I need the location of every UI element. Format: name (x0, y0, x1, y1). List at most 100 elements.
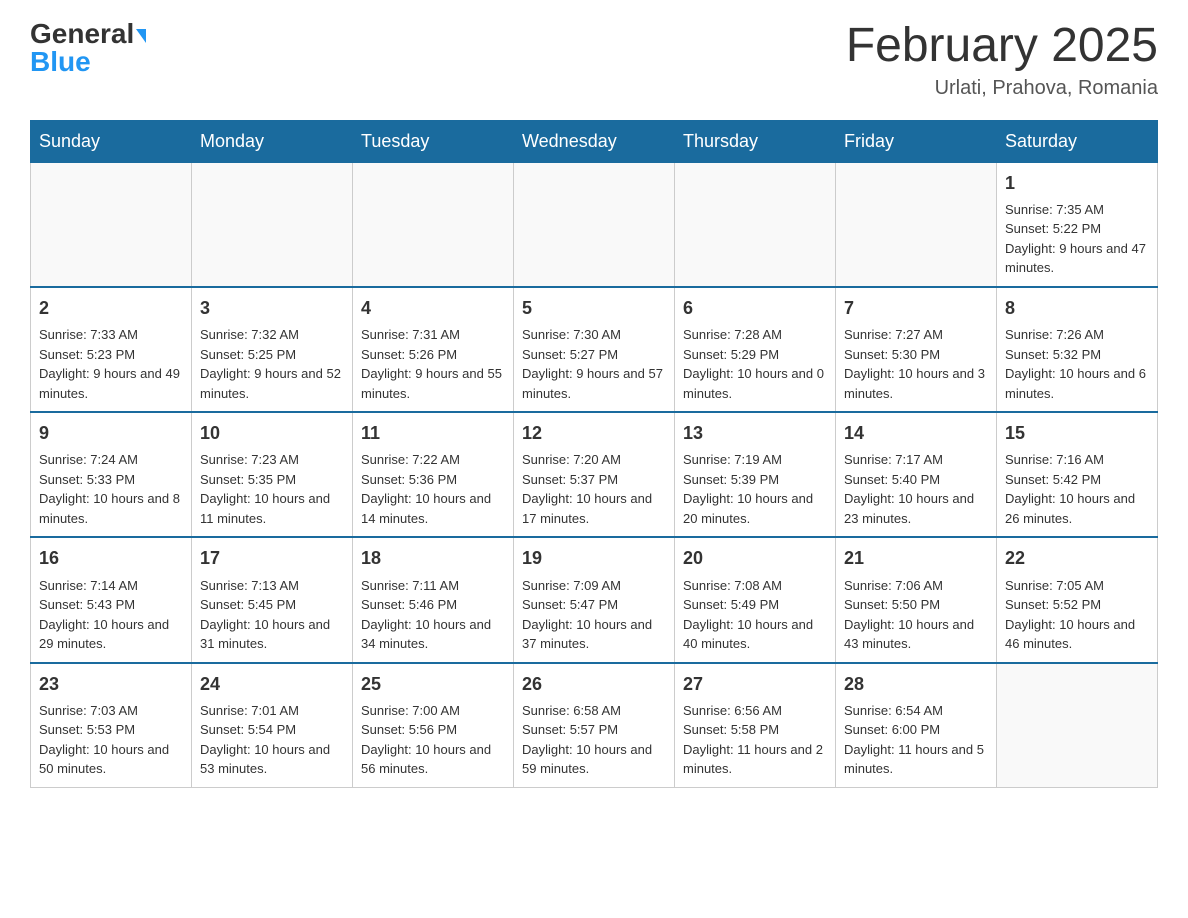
day-info: Sunrise: 7:31 AMSunset: 5:26 PMDaylight:… (361, 325, 505, 403)
day-number: 26 (522, 672, 666, 697)
month-year-title: February 2025 (846, 20, 1158, 73)
calendar-cell: 12 Sunrise: 7:20 AMSunset: 5:37 PMDayligh… (514, 412, 675, 537)
calendar-cell: 7 Sunrise: 7:27 AMSunset: 5:30 PMDaylight… (836, 287, 997, 412)
location-subtitle: Urlati, Prahova, Romania (846, 77, 1158, 100)
calendar-cell: 9 Sunrise: 7:24 AMSunset: 5:33 PMDaylight… (31, 412, 192, 537)
calendar-cell: 21Sunrise: 7:06 AMSunset: 5:50 PMDayligh… (836, 537, 997, 662)
calendar-cell: 20 Sunrise: 7:08 AMSunset: 5:49 PMDayligh… (675, 537, 836, 662)
day-info: Sunrise: 7:05 AMSunset: 5:52 PMDaylight:… (1005, 576, 1149, 654)
calendar-cell: 10 Sunrise: 7:23 AMSunset: 5:35 PMDayligh… (192, 412, 353, 537)
calendar-cell: 15Sunrise: 7:16 AMSunset: 5:42 PMDayligh… (997, 412, 1158, 537)
calendar-cell (997, 663, 1158, 788)
day-number: 14 (844, 421, 988, 446)
day-info: Sunrise: 7:01 AMSunset: 5:54 PMDaylight:… (200, 701, 344, 779)
day-number: 20 (683, 546, 827, 571)
day-info: Sunrise: 7:08 AMSunset: 5:49 PMDaylight:… (683, 576, 827, 654)
day-number: 22 (1005, 546, 1149, 571)
day-number: 12 (522, 421, 666, 446)
day-info: Sunrise: 7:03 AMSunset: 5:53 PMDaylight:… (39, 701, 183, 779)
day-number: 3 (200, 296, 344, 321)
day-number: 17 (200, 546, 344, 571)
calendar-cell (192, 162, 353, 287)
calendar-cell: 23 Sunrise: 7:03 AMSunset: 5:53 PMDayligh… (31, 663, 192, 788)
day-number: 6 (683, 296, 827, 321)
day-info: Sunrise: 7:33 AMSunset: 5:23 PMDaylight:… (39, 325, 183, 403)
logo-blue-text: Blue (30, 48, 91, 76)
calendar-cell (514, 162, 675, 287)
col-header-monday: Monday (192, 120, 353, 162)
calendar-cell: 14Sunrise: 7:17 AMSunset: 5:40 PMDayligh… (836, 412, 997, 537)
logo-blue: Blue (30, 46, 91, 77)
day-info: Sunrise: 6:54 AMSunset: 6:00 PMDaylight:… (844, 701, 988, 779)
day-info: Sunrise: 7:24 AMSunset: 5:33 PMDaylight:… (39, 450, 183, 528)
calendar-cell: 17 Sunrise: 7:13 AMSunset: 5:45 PMDayligh… (192, 537, 353, 662)
calendar-cell: 8 Sunrise: 7:26 AMSunset: 5:32 PMDaylight… (997, 287, 1158, 412)
day-info: Sunrise: 7:14 AMSunset: 5:43 PMDaylight:… (39, 576, 183, 654)
title-block: February 2025 Urlati, Prahova, Romania (846, 20, 1158, 100)
calendar-cell: 22 Sunrise: 7:05 AMSunset: 5:52 PMDayligh… (997, 537, 1158, 662)
day-info: Sunrise: 7:35 AMSunset: 5:22 PMDaylight:… (1005, 200, 1149, 278)
calendar-cell: 16 Sunrise: 7:14 AMSunset: 5:43 PMDayligh… (31, 537, 192, 662)
day-info: Sunrise: 7:06 AMSunset: 5:50 PMDaylight:… (844, 576, 988, 654)
calendar-week-row: 23 Sunrise: 7:03 AMSunset: 5:53 PMDayligh… (31, 663, 1158, 788)
day-info: Sunrise: 6:56 AMSunset: 5:58 PMDaylight:… (683, 701, 827, 779)
day-info: Sunrise: 7:20 AMSunset: 5:37 PMDaylight:… (522, 450, 666, 528)
day-number: 11 (361, 421, 505, 446)
day-number: 18 (361, 546, 505, 571)
day-number: 8 (1005, 296, 1149, 321)
day-info: Sunrise: 7:28 AMSunset: 5:29 PMDaylight:… (683, 325, 827, 403)
day-info: Sunrise: 7:30 AMSunset: 5:27 PMDaylight:… (522, 325, 666, 403)
calendar-cell: 11 Sunrise: 7:22 AMSunset: 5:36 PMDayligh… (353, 412, 514, 537)
col-header-tuesday: Tuesday (353, 120, 514, 162)
logo-general: General (30, 18, 134, 49)
calendar-cell: 19 Sunrise: 7:09 AMSunset: 5:47 PMDayligh… (514, 537, 675, 662)
day-number: 7 (844, 296, 988, 321)
day-info: Sunrise: 7:22 AMSunset: 5:36 PMDaylight:… (361, 450, 505, 528)
page-header: General Blue February 2025 Urlati, Praho… (30, 20, 1158, 100)
calendar-cell (31, 162, 192, 287)
day-info: Sunrise: 7:00 AMSunset: 5:56 PMDaylight:… (361, 701, 505, 779)
day-number: 19 (522, 546, 666, 571)
calendar-cell: 3 Sunrise: 7:32 AMSunset: 5:25 PMDaylight… (192, 287, 353, 412)
calendar-week-row: 16 Sunrise: 7:14 AMSunset: 5:43 PMDayligh… (31, 537, 1158, 662)
day-info: Sunrise: 7:11 AMSunset: 5:46 PMDaylight:… (361, 576, 505, 654)
calendar-cell (675, 162, 836, 287)
day-info: Sunrise: 7:23 AMSunset: 5:35 PMDaylight:… (200, 450, 344, 528)
col-header-saturday: Saturday (997, 120, 1158, 162)
col-header-thursday: Thursday (675, 120, 836, 162)
day-number: 15 (1005, 421, 1149, 446)
calendar-week-row: 1 Sunrise: 7:35 AMSunset: 5:22 PMDaylight… (31, 162, 1158, 287)
day-number: 27 (683, 672, 827, 697)
day-number: 4 (361, 296, 505, 321)
calendar-cell: 26Sunrise: 6:58 AMSunset: 5:57 PMDayligh… (514, 663, 675, 788)
calendar-cell: 18 Sunrise: 7:11 AMSunset: 5:46 PMDayligh… (353, 537, 514, 662)
day-number: 10 (200, 421, 344, 446)
day-number: 28 (844, 672, 988, 697)
calendar-table: SundayMondayTuesdayWednesdayThursdayFrid… (30, 120, 1158, 788)
day-info: Sunrise: 7:19 AMSunset: 5:39 PMDaylight:… (683, 450, 827, 528)
day-number: 9 (39, 421, 183, 446)
day-info: Sunrise: 7:26 AMSunset: 5:32 PMDaylight:… (1005, 325, 1149, 403)
day-info: Sunrise: 7:32 AMSunset: 5:25 PMDaylight:… (200, 325, 344, 403)
logo-text: General (30, 20, 146, 48)
calendar-cell: 27 Sunrise: 6:56 AMSunset: 5:58 PMDayligh… (675, 663, 836, 788)
calendar-header-row: SundayMondayTuesdayWednesdayThursdayFrid… (31, 120, 1158, 162)
calendar-cell (836, 162, 997, 287)
day-number: 24 (200, 672, 344, 697)
day-number: 16 (39, 546, 183, 571)
calendar-cell: 25 Sunrise: 7:00 AMSunset: 5:56 PMDayligh… (353, 663, 514, 788)
day-number: 23 (39, 672, 183, 697)
day-number: 25 (361, 672, 505, 697)
day-number: 1 (1005, 171, 1149, 196)
calendar-week-row: 2 Sunrise: 7:33 AMSunset: 5:23 PMDaylight… (31, 287, 1158, 412)
calendar-cell: 24 Sunrise: 7:01 AMSunset: 5:54 PMDayligh… (192, 663, 353, 788)
day-info: Sunrise: 7:27 AMSunset: 5:30 PMDaylight:… (844, 325, 988, 403)
day-number: 5 (522, 296, 666, 321)
calendar-cell: 6 Sunrise: 7:28 AMSunset: 5:29 PMDaylight… (675, 287, 836, 412)
logo: General Blue (30, 20, 146, 76)
day-info: Sunrise: 7:09 AMSunset: 5:47 PMDaylight:… (522, 576, 666, 654)
col-header-wednesday: Wednesday (514, 120, 675, 162)
day-number: 2 (39, 296, 183, 321)
day-info: Sunrise: 7:13 AMSunset: 5:45 PMDaylight:… (200, 576, 344, 654)
calendar-cell: 5 Sunrise: 7:30 AMSunset: 5:27 PMDaylight… (514, 287, 675, 412)
